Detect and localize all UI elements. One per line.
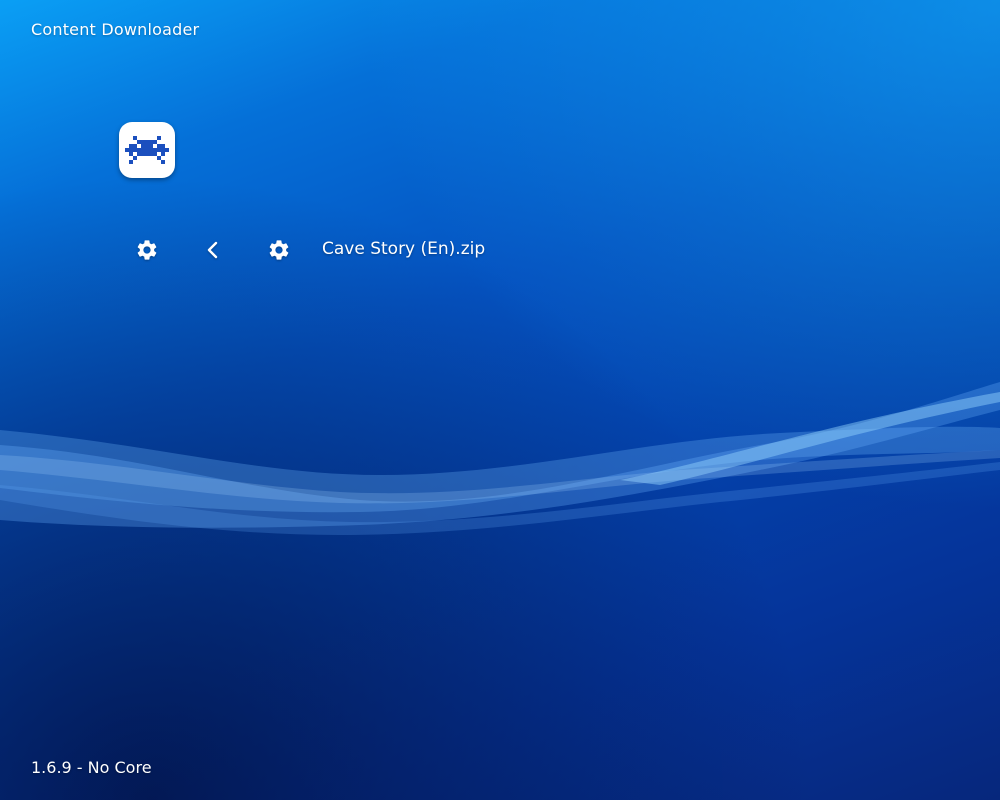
page-title: Content Downloader bbox=[31, 20, 200, 39]
selected-content-item[interactable]: Cave Story (En).zip bbox=[322, 239, 485, 259]
back-button[interactable] bbox=[201, 238, 225, 262]
settings-gear-icon[interactable] bbox=[135, 238, 159, 262]
retroarch-invader-icon bbox=[125, 136, 169, 164]
item-settings-icon[interactable] bbox=[267, 238, 291, 262]
navigation-row: Cave Story (En).zip bbox=[0, 233, 1000, 267]
background-overlay bbox=[0, 0, 1000, 800]
version-status: 1.6.9 - No Core bbox=[31, 758, 152, 777]
background-waves bbox=[0, 382, 1000, 536]
retroarch-logo bbox=[119, 122, 175, 178]
gear-icon bbox=[137, 240, 157, 260]
chevron-left-icon bbox=[207, 241, 218, 259]
gear-icon bbox=[269, 240, 289, 260]
